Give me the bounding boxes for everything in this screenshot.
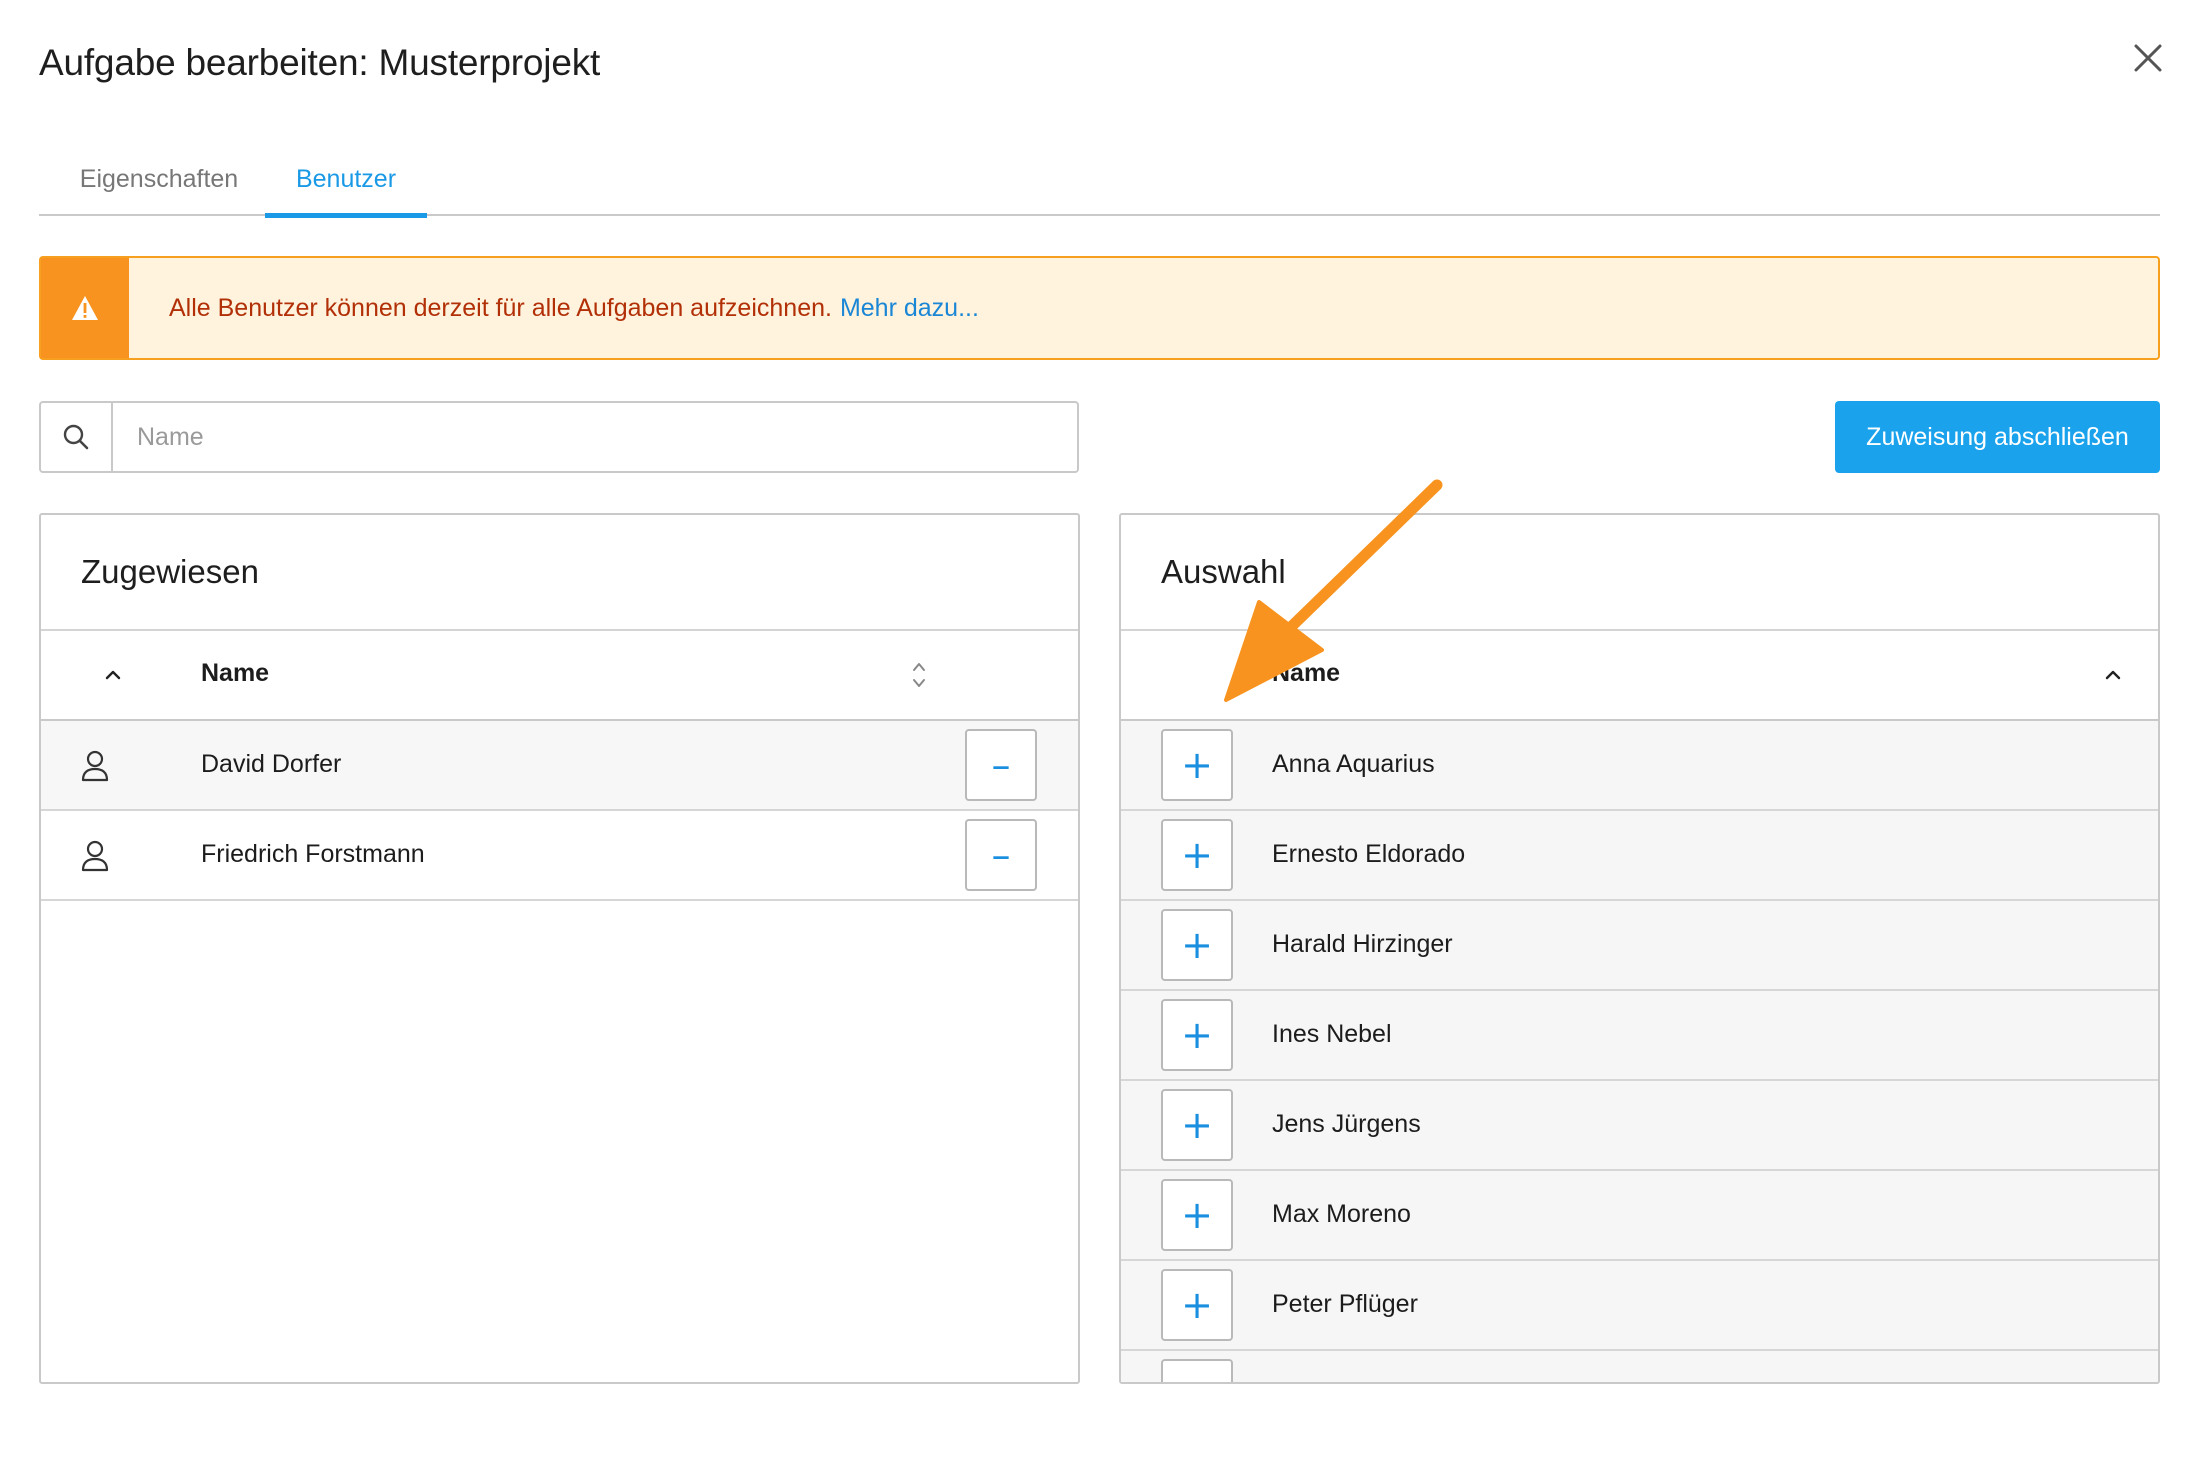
add-user-button[interactable]: +	[1161, 1269, 1233, 1341]
table-row: Friedrich Forstmann –	[41, 811, 1078, 901]
table-row: + Ines Nebel	[1121, 991, 2158, 1081]
tab-bar: Eigenschaften Benutzer	[39, 150, 2160, 218]
tab-eigenschaften[interactable]: Eigenschaften	[69, 150, 249, 216]
table-row: + Jens Jürgens	[1121, 1081, 2158, 1171]
close-icon	[2134, 44, 2162, 72]
plus-icon: +	[1181, 1193, 1213, 1237]
search-field	[39, 401, 1079, 473]
table-row: + Harald Hirzinger	[1121, 901, 2158, 991]
alert-icon-container	[41, 258, 129, 358]
assigned-list: David Dorfer – Friedrich Forstmann –	[41, 721, 1078, 901]
add-user-button[interactable]: +	[1161, 1089, 1233, 1161]
user-icon	[81, 750, 109, 782]
plus-icon: +	[1181, 923, 1213, 967]
add-user-button[interactable]: +	[1161, 909, 1233, 981]
tab-benutzer[interactable]: Benutzer	[265, 150, 427, 218]
selection-panel: Auswahl Name + Anna Aquarius + Ernesto E…	[1119, 513, 2160, 1384]
user-icon	[81, 840, 109, 872]
row-name: Friedrich Forstmann	[201, 840, 425, 868]
plus-icon: +	[1181, 743, 1213, 787]
plus-icon: +	[1181, 1103, 1213, 1147]
warning-icon	[72, 296, 98, 320]
search-icon-container	[41, 403, 113, 471]
selection-list: + Anna Aquarius + Ernesto Eldorado + Har…	[1121, 721, 2158, 1382]
add-user-button[interactable]: +	[1161, 819, 1233, 891]
sort-icon[interactable]	[905, 657, 933, 693]
table-row: + Peter Pflüger	[1121, 1261, 2158, 1351]
chevron-up-icon[interactable]	[2099, 661, 2127, 689]
search-icon	[63, 424, 89, 450]
table-row: + Anna Aquarius	[1121, 721, 2158, 811]
row-name: Ernesto Eldorado	[1272, 840, 1466, 868]
minus-icon: –	[991, 743, 1011, 787]
add-user-button[interactable]: +	[1161, 1179, 1233, 1251]
assigned-column-name[interactable]: Name	[201, 659, 269, 688]
warning-alert: Alle Benutzer können derzeit für alle Au…	[39, 256, 2160, 360]
add-user-button[interactable]: +	[1161, 999, 1233, 1071]
close-button[interactable]	[2120, 30, 2176, 86]
remove-user-button[interactable]: –	[965, 729, 1037, 801]
selection-panel-title: Auswahl	[1121, 515, 2158, 631]
add-user-button[interactable]	[1161, 1359, 1233, 1382]
plus-icon: +	[1181, 1283, 1213, 1327]
search-input[interactable]	[113, 403, 1077, 471]
remove-user-button[interactable]: –	[965, 819, 1037, 891]
plus-icon: +	[1181, 1013, 1213, 1057]
selection-table-header: Name	[1121, 631, 2158, 721]
alert-more-link[interactable]: Mehr dazu...	[840, 294, 979, 323]
row-name: David Dorfer	[201, 750, 342, 778]
chevron-up-icon[interactable]	[99, 661, 127, 689]
row-name: Ines Nebel	[1272, 1020, 1392, 1048]
assigned-panel-title: Zugewiesen	[41, 515, 1078, 631]
assigned-panel: Zugewiesen Name David Dorfer – Friedrich	[39, 513, 1080, 1384]
plus-icon: +	[1181, 833, 1213, 877]
add-user-button[interactable]: +	[1161, 729, 1233, 801]
row-name: Peter Pflüger	[1272, 1290, 1418, 1318]
minus-icon: –	[991, 833, 1011, 877]
row-name: Jens Jürgens	[1272, 1110, 1421, 1138]
table-row	[1121, 1351, 2158, 1382]
row-name: Anna Aquarius	[1272, 750, 1435, 778]
assigned-table-header: Name	[41, 631, 1078, 721]
selection-column-name[interactable]: Name	[1272, 659, 1340, 688]
dialog-title: Aufgabe bearbeiten: Musterprojekt	[39, 42, 601, 83]
finish-assignment-button[interactable]: Zuweisung abschließen	[1835, 401, 2160, 473]
row-name: Max Moreno	[1272, 1200, 1411, 1228]
row-name: Harald Hirzinger	[1272, 930, 1453, 958]
alert-message: Alle Benutzer können derzeit für alle Au…	[169, 293, 832, 322]
table-row: + Max Moreno	[1121, 1171, 2158, 1261]
table-row: + Ernesto Eldorado	[1121, 811, 2158, 901]
table-row: David Dorfer –	[41, 721, 1078, 811]
